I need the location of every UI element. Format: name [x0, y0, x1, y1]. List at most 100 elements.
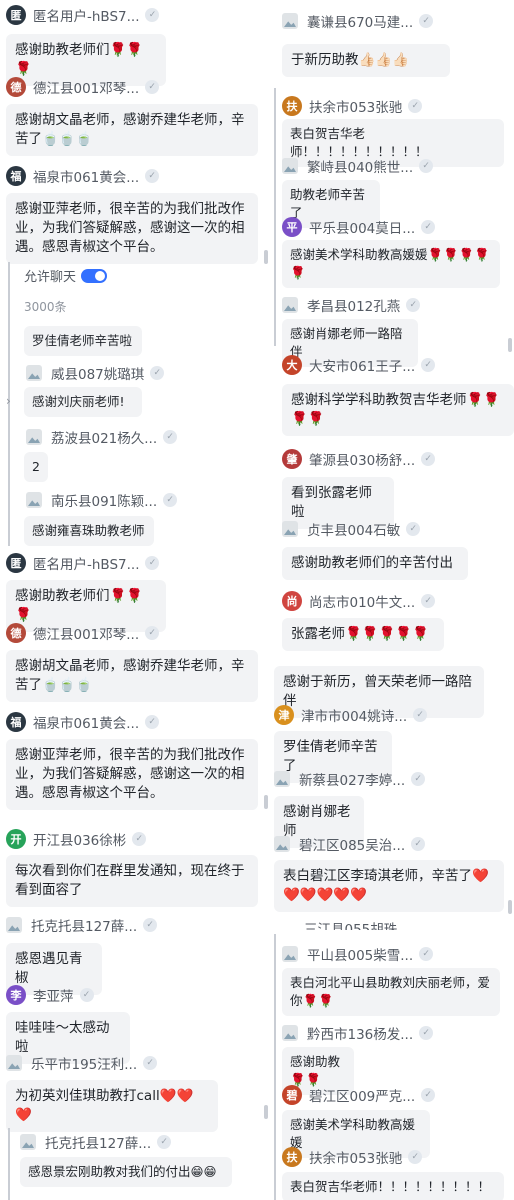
sender-name[interactable]: 平山县005柴雪...: [307, 944, 413, 964]
message-bubble[interactable]: 表白碧江区李琦淇老师，辛苦了❤️❤️❤️❤️❤️❤️: [274, 860, 504, 912]
message-bubble[interactable]: 感谢亚萍老师，很辛苦的为我们批改作业，为我们答疑解惑，感谢这一次的相遇。感恩青椒…: [6, 193, 258, 264]
image-avatar-icon[interactable]: [274, 771, 290, 787]
sender-name[interactable]: 碧江区085吴治...: [299, 834, 405, 854]
verified-check-icon: ✓: [145, 556, 160, 570]
verified-check-icon: ✓: [79, 988, 94, 1002]
message-bubble[interactable]: 于新历助教👍🏻👍🏻👍🏻: [282, 44, 450, 77]
message-bubble[interactable]: 2: [24, 452, 48, 482]
avatar[interactable]: 尚: [282, 591, 302, 611]
message-bubble[interactable]: 感谢助教老师们的辛苦付出: [282, 547, 468, 580]
avatar[interactable]: 肇: [282, 449, 302, 469]
message-bubble[interactable]: 感谢雍喜珠助教老师: [24, 516, 154, 546]
left-scrollbar[interactable]: [264, 1105, 268, 1119]
sender-name[interactable]: 新蔡县027李婷...: [299, 769, 405, 789]
chevron-right-icon[interactable]: ›: [6, 394, 11, 408]
message-bubble[interactable]: 感谢美术学科助教高媛媛🌹🌹🌹🌹🌹: [282, 240, 500, 288]
sender-name[interactable]: 平乐县004莫日...: [309, 217, 415, 237]
avatar[interactable]: 平: [282, 217, 302, 237]
image-avatar-icon[interactable]: [282, 158, 298, 174]
right-chat-panel[interactable]: 囊谦县670马建... ✓ 于新历助教👍🏻👍🏻👍🏻 扶扶余市053张驰 ✓ 表白贺吉华老师…: [270, 0, 514, 1200]
message-bubble[interactable]: 为初英刘佳琪助教打call❤️❤️❤️: [6, 1080, 218, 1132]
verified-check-icon: ✓: [163, 493, 178, 507]
sender-name[interactable]: 托克托县127薛...: [45, 1132, 151, 1152]
image-avatar-icon[interactable]: [274, 836, 290, 852]
message-header: 福福泉市061黄会... ✓: [6, 711, 160, 733]
sender-name[interactable]: 乐平市195汪利...: [31, 1053, 137, 1073]
image-avatar-icon[interactable]: [282, 13, 298, 29]
avatar[interactable]: 津: [274, 705, 294, 725]
sender-name[interactable]: 托克托县127薛...: [31, 915, 137, 935]
sender-name[interactable]: 开江县036徐彬: [33, 829, 126, 849]
image-avatar-icon[interactable]: [282, 297, 298, 313]
verified-check-icon: ✓: [145, 8, 160, 22]
sender-name[interactable]: 碧江区009严克...: [309, 1085, 415, 1105]
image-avatar-icon[interactable]: [26, 492, 42, 508]
message-count: 3000条: [24, 300, 67, 314]
right-scrollbar[interactable]: [508, 338, 512, 352]
image-avatar-icon[interactable]: [282, 946, 298, 962]
left-scrollbar[interactable]: [264, 250, 268, 264]
sender-name[interactable]: 李亚萍: [33, 985, 74, 1005]
message-bubble[interactable]: 感谢亚萍老师，很辛苦的为我们批改作业，为我们答疑解惑，感谢这一次的相遇。感恩青椒…: [6, 739, 258, 810]
message-bubble[interactable]: 感谢胡文晶老师，感谢乔建华老师，辛苦了🍵🍵🍵: [6, 104, 258, 156]
sender-name[interactable]: 繁峙县040熊世...: [307, 156, 413, 176]
image-avatar-icon[interactable]: [282, 1025, 298, 1041]
sender-name[interactable]: 肇源县030杨舒...: [309, 449, 415, 469]
message-header: 繁峙县040熊世... ✓: [282, 155, 434, 177]
sender-name[interactable]: 荔波县021杨久...: [51, 427, 157, 447]
sender-name[interactable]: 大安市061王子...: [309, 355, 415, 375]
sender-name[interactable]: 匿名用户-hBS7...: [33, 5, 139, 25]
left-chat-panel[interactable]: 匿匿名用户-hBS7... ✓ 感谢助教老师们🌹🌹🌹 德德江县001邓琴... ✓ 感谢胡…: [0, 0, 266, 1200]
avatar[interactable]: 扶: [282, 1147, 302, 1167]
avatar[interactable]: 德: [6, 77, 26, 97]
message-bubble[interactable]: 感谢胡文晶老师，感谢乔建华老师，辛苦了🍵🍵🍵: [6, 650, 258, 702]
image-avatar-icon[interactable]: [26, 365, 42, 381]
allow-chat-toggle[interactable]: [81, 268, 108, 283]
message-bubble[interactable]: 罗佳倩老师辛苦啦: [24, 326, 142, 356]
image-avatar-icon[interactable]: [6, 917, 22, 933]
sender-name[interactable]: 津市市004姚诗...: [301, 705, 407, 725]
verified-check-icon: ✓: [145, 169, 160, 183]
message-bubble[interactable]: 感恩景宏刚助教对我们的付出😁😁: [20, 1157, 232, 1187]
message-header: 开开江县036徐彬 ✓: [6, 828, 147, 850]
sender-name[interactable]: 囊谦县670马建...: [307, 11, 413, 31]
image-avatar-icon[interactable]: [26, 429, 42, 445]
sender-name[interactable]: 匿名用户-hBS7...: [33, 553, 139, 573]
image-avatar-icon[interactable]: [20, 1134, 36, 1150]
image-avatar-icon[interactable]: [282, 521, 298, 537]
sender-name[interactable]: 贞丰县004石敏: [307, 519, 400, 539]
allow-chat-row[interactable]: 允许聊天: [24, 266, 108, 285]
sender-name[interactable]: 德江县001邓琴...: [33, 77, 139, 97]
sender-name[interactable]: 尚志市010牛文...: [309, 591, 415, 611]
right-scrollbar[interactable]: [508, 900, 512, 914]
message-bubble[interactable]: 表白河北平山县助教刘庆丽老师，爱你🌹🌹: [282, 968, 500, 1016]
avatar[interactable]: 开: [6, 829, 26, 849]
avatar[interactable]: 福: [6, 712, 26, 732]
sender-name[interactable]: 黔西市136杨发...: [307, 1023, 413, 1043]
sender-name[interactable]: 福泉市061黄会...: [33, 712, 139, 732]
avatar[interactable]: 扶: [282, 96, 302, 116]
sender-name[interactable]: 威县087姚璐琪: [51, 363, 144, 383]
message-bubble[interactable]: 感谢刘庆丽老师!: [24, 387, 142, 417]
avatar[interactable]: 福: [6, 166, 26, 186]
avatar[interactable]: 大: [282, 355, 302, 375]
image-avatar-icon[interactable]: [6, 1055, 22, 1071]
left-scrollbar[interactable]: [264, 795, 268, 809]
sender-name[interactable]: 三江县055胡珠...: [304, 918, 410, 930]
message-bubble[interactable]: 表白贺吉华老师！！！！！！！！！: [282, 1172, 504, 1200]
sender-name[interactable]: 扶余市053张驰: [309, 1147, 402, 1167]
message-bubble[interactable]: 每次看到你们在群里发通知，现在终于看到面容了: [6, 855, 258, 907]
avatar[interactable]: 李: [6, 985, 26, 1005]
avatar[interactable]: 匿: [6, 553, 26, 573]
sender-name[interactable]: 扶余市053张驰: [309, 96, 402, 116]
message-bubble[interactable]: 张露老师🌹🌹🌹🌹🌹: [282, 618, 444, 651]
avatar[interactable]: 德: [6, 623, 26, 643]
sender-name[interactable]: 孝昌县012孔燕: [307, 295, 400, 315]
verified-check-icon: ✓: [419, 159, 434, 173]
avatar[interactable]: 碧: [282, 1085, 302, 1105]
sender-name[interactable]: 福泉市061黄会...: [33, 166, 139, 186]
sender-name[interactable]: 南乐县091陈颖...: [51, 490, 157, 510]
message-bubble[interactable]: 感谢科学学科助教贺吉华老师🌹🌹🌹🌹: [282, 384, 514, 436]
sender-name[interactable]: 德江县001邓琴...: [33, 623, 139, 643]
avatar[interactable]: 匿: [6, 5, 26, 25]
